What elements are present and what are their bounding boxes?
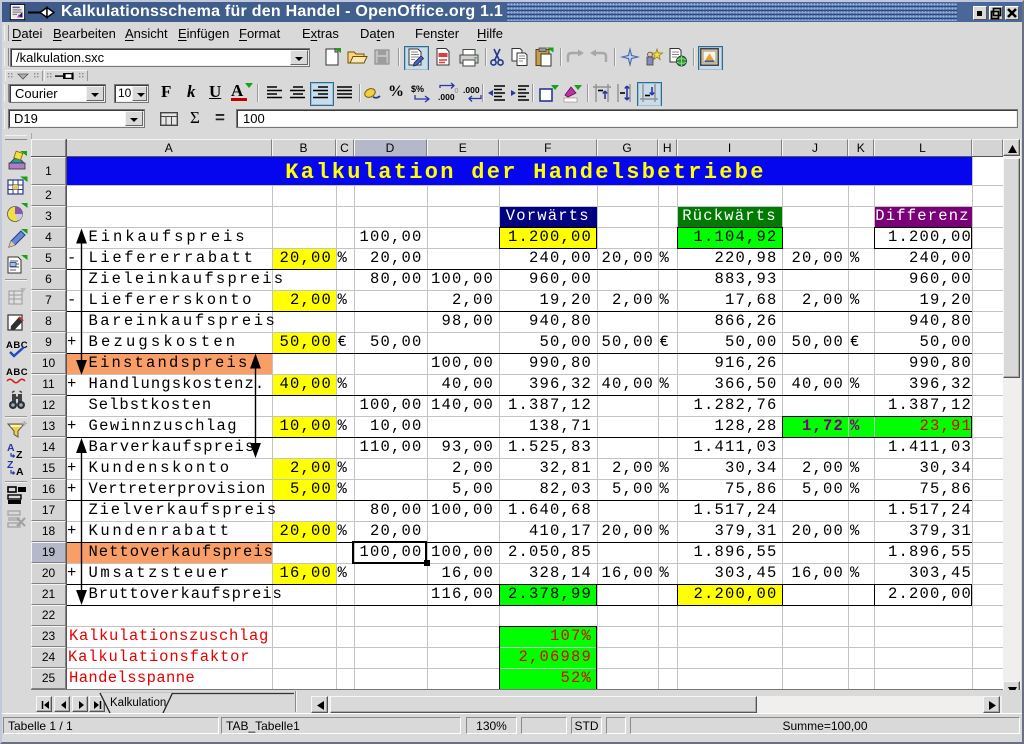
svg-text:A: A bbox=[7, 442, 15, 454]
svg-text:ABC: ABC bbox=[6, 340, 28, 351]
svg-text:$%: $% bbox=[411, 84, 424, 94]
svg-text:A: A bbox=[16, 466, 24, 478]
svg-text:.000: .000 bbox=[463, 85, 480, 95]
svg-text:Z: Z bbox=[7, 459, 14, 471]
svg-text:ABC: ABC bbox=[6, 367, 28, 378]
svg-text:0: 0 bbox=[455, 88, 459, 95]
svg-text:.000: .000 bbox=[438, 92, 455, 102]
